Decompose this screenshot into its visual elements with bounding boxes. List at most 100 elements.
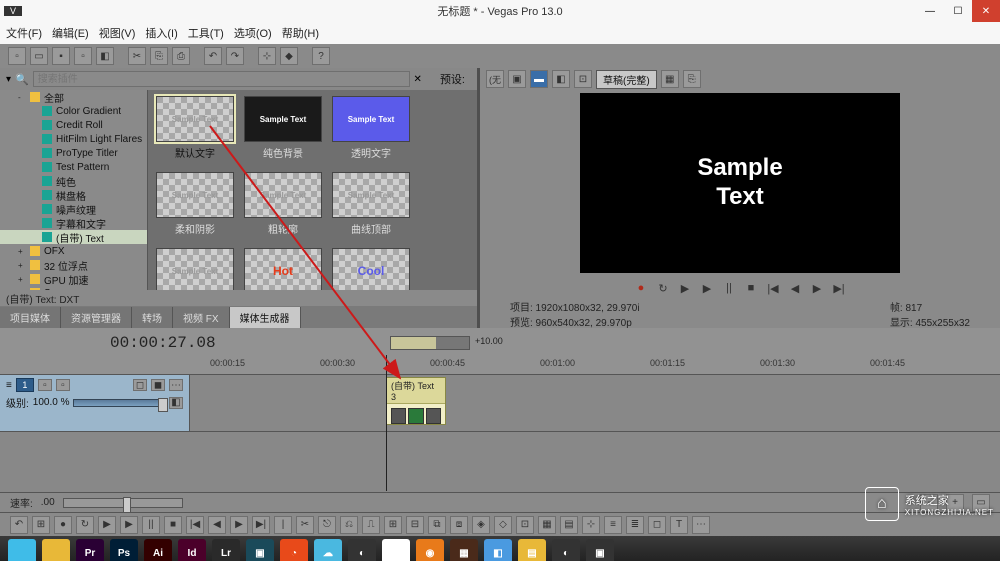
transport-button[interactable]: || bbox=[721, 280, 737, 296]
save-icon[interactable]: ▪ bbox=[52, 47, 70, 65]
taskbar-app[interactable]: ☁ bbox=[314, 539, 342, 561]
preview-fx-icon[interactable]: ⊡ bbox=[574, 70, 592, 88]
timeline-tool-button[interactable]: ▶| bbox=[252, 516, 270, 534]
menu-选项(O)[interactable]: 选项(O) bbox=[234, 25, 272, 41]
preset-thumb[interactable]: Hot bbox=[242, 248, 324, 290]
menu-视图(V)[interactable]: 视图(V) bbox=[99, 25, 136, 41]
tree-item[interactable]: HitFilm Light Flares bbox=[0, 132, 147, 146]
taskbar-app[interactable]: Ps bbox=[110, 539, 138, 561]
preview-monitor-icon[interactable]: ▬ bbox=[530, 70, 548, 88]
taskbar-app[interactable] bbox=[42, 539, 70, 561]
tree-item[interactable]: Color Gradient bbox=[0, 104, 147, 118]
taskbar-app[interactable]: ◐ bbox=[348, 539, 376, 561]
clear-search-icon[interactable]: ✕ bbox=[414, 74, 422, 85]
timeline-tool-button[interactable]: ▶ bbox=[120, 516, 138, 534]
zoom-height-icon[interactable]: ▭ bbox=[972, 494, 990, 512]
taskbar-app[interactable]: ◉ bbox=[416, 539, 444, 561]
panel-tab[interactable]: 项目媒体 bbox=[0, 307, 61, 328]
zoom-slider[interactable] bbox=[390, 336, 470, 350]
timeline-tool-button[interactable]: ◈ bbox=[472, 516, 490, 534]
tree-item[interactable]: 棋盘格 bbox=[0, 188, 147, 202]
help-icon[interactable]: ? bbox=[312, 47, 330, 65]
tree-item[interactable]: -全部 bbox=[0, 90, 147, 104]
taskbar-app[interactable]: Id bbox=[178, 539, 206, 561]
timeline-tool-button[interactable]: ▦ bbox=[538, 516, 556, 534]
taskbar-app[interactable]: Lr bbox=[212, 539, 240, 561]
track-solo-icon[interactable]: ◼ bbox=[151, 379, 165, 391]
transport-button[interactable]: ↻ bbox=[655, 280, 671, 296]
track-more-icon[interactable]: ⋯ bbox=[169, 379, 183, 391]
transport-button[interactable]: ▶ bbox=[677, 280, 693, 296]
transport-button[interactable]: ▶ bbox=[809, 280, 825, 296]
clip-pan-icon[interactable] bbox=[426, 408, 441, 424]
taskbar-app[interactable]: ▦ bbox=[450, 539, 478, 561]
level-slider[interactable] bbox=[73, 399, 165, 407]
zoom-out-icon[interactable]: - bbox=[920, 494, 938, 512]
transport-button[interactable]: ▶ bbox=[699, 280, 715, 296]
preview-copy-icon[interactable]: ⎘ bbox=[683, 70, 701, 88]
search-input[interactable] bbox=[33, 71, 410, 87]
preset-thumb[interactable]: Sample Text默认文字 bbox=[154, 96, 236, 168]
cut-icon[interactable]: ✂ bbox=[128, 47, 146, 65]
taskbar-app[interactable]: ▤ bbox=[518, 539, 546, 561]
transport-button[interactable]: ▶| bbox=[831, 280, 847, 296]
search-icon[interactable]: 🔍 bbox=[15, 73, 29, 86]
timeline-tool-button[interactable]: ⎌ bbox=[340, 516, 358, 534]
taskbar-app[interactable]: ◧ bbox=[484, 539, 512, 561]
marker-icon[interactable]: ◆ bbox=[280, 47, 298, 65]
menu-编辑(E)[interactable]: 编辑(E) bbox=[52, 25, 89, 41]
tree-item[interactable]: Test Pattern bbox=[0, 160, 147, 174]
tree-item[interactable]: ProType Titler bbox=[0, 146, 147, 160]
timeline-tool-button[interactable]: ✂ bbox=[296, 516, 314, 534]
track-mute-icon[interactable]: ◻ bbox=[133, 379, 147, 391]
timeline-tool-button[interactable]: ⧉ bbox=[428, 516, 446, 534]
timeline-tool-button[interactable]: ⊞ bbox=[384, 516, 402, 534]
preset-thumb[interactable]: Sample Text曲线顶部 bbox=[330, 172, 412, 244]
timeline-tool-button[interactable]: ≡ bbox=[604, 516, 622, 534]
playhead[interactable] bbox=[386, 355, 387, 491]
preset-thumb[interactable]: Sample Text透明文字 bbox=[330, 96, 412, 168]
transport-button[interactable]: ● bbox=[633, 280, 649, 296]
tree-item[interactable]: 字幕和文字 bbox=[0, 216, 147, 230]
menu-工具(T)[interactable]: 工具(T) bbox=[188, 25, 224, 41]
taskbar-app[interactable]: Pr bbox=[76, 539, 104, 561]
track-bypass-icon[interactable]: ▫ bbox=[56, 379, 70, 391]
open-icon[interactable]: ▭ bbox=[30, 47, 48, 65]
taskbar-app[interactable]: ▣ bbox=[586, 539, 614, 561]
tree-item[interactable]: Credit Roll bbox=[0, 118, 147, 132]
timeline-tool-button[interactable]: T bbox=[670, 516, 688, 534]
preview-device-icon[interactable]: ▣ bbox=[508, 70, 526, 88]
timeline-tool-button[interactable]: ⊡ bbox=[516, 516, 534, 534]
panel-tab[interactable]: 资源管理器 bbox=[61, 307, 132, 328]
timeline-tool-button[interactable]: ⎍ bbox=[362, 516, 380, 534]
preset-thumb[interactable]: Sample Text柔和阴影 bbox=[154, 172, 236, 244]
timeline-tool-button[interactable]: || bbox=[142, 516, 160, 534]
timeline-tool-button[interactable]: ■ bbox=[164, 516, 182, 534]
tree-item[interactable]: (自带) Text bbox=[0, 230, 147, 244]
preview-split-icon[interactable]: ◧ bbox=[552, 70, 570, 88]
timeline-tool-button[interactable]: ⋯ bbox=[692, 516, 710, 534]
preset-thumb[interactable]: Sample Text bbox=[154, 248, 236, 290]
panel-tab[interactable]: 视频 FX bbox=[173, 307, 230, 328]
paste-icon[interactable]: ⎙ bbox=[172, 47, 190, 65]
taskbar-app[interactable] bbox=[8, 539, 36, 561]
taskbar-app[interactable]: Ai bbox=[144, 539, 172, 561]
rate-slider[interactable] bbox=[63, 498, 183, 508]
tree-item[interactable]: +GPU 加速 bbox=[0, 272, 147, 286]
text-clip[interactable]: (自带) Text 3 bbox=[386, 377, 446, 425]
timeline-tool-button[interactable]: ◀ bbox=[208, 516, 226, 534]
panel-tab[interactable]: 转场 bbox=[132, 307, 173, 328]
render-icon[interactable]: ▫ bbox=[74, 47, 92, 65]
menu-文件(F)[interactable]: 文件(F) bbox=[6, 25, 42, 41]
tree-item[interactable]: 纯色 bbox=[0, 174, 147, 188]
timeline-tool-button[interactable]: | bbox=[274, 516, 292, 534]
tree-item[interactable]: 噪声纹理 bbox=[0, 202, 147, 216]
tree-item[interactable]: +OFX bbox=[0, 244, 147, 258]
snap-icon[interactable]: ⊹ bbox=[258, 47, 276, 65]
timeline-tool-button[interactable]: ⊞ bbox=[32, 516, 50, 534]
props-icon[interactable]: ◧ bbox=[96, 47, 114, 65]
clip-gen-icon[interactable] bbox=[408, 408, 423, 424]
timeline-tool-button[interactable]: ⊟ bbox=[406, 516, 424, 534]
track-comp-icon[interactable]: ◧ bbox=[169, 397, 183, 409]
timeline-tool-button[interactable]: ▶ bbox=[230, 516, 248, 534]
